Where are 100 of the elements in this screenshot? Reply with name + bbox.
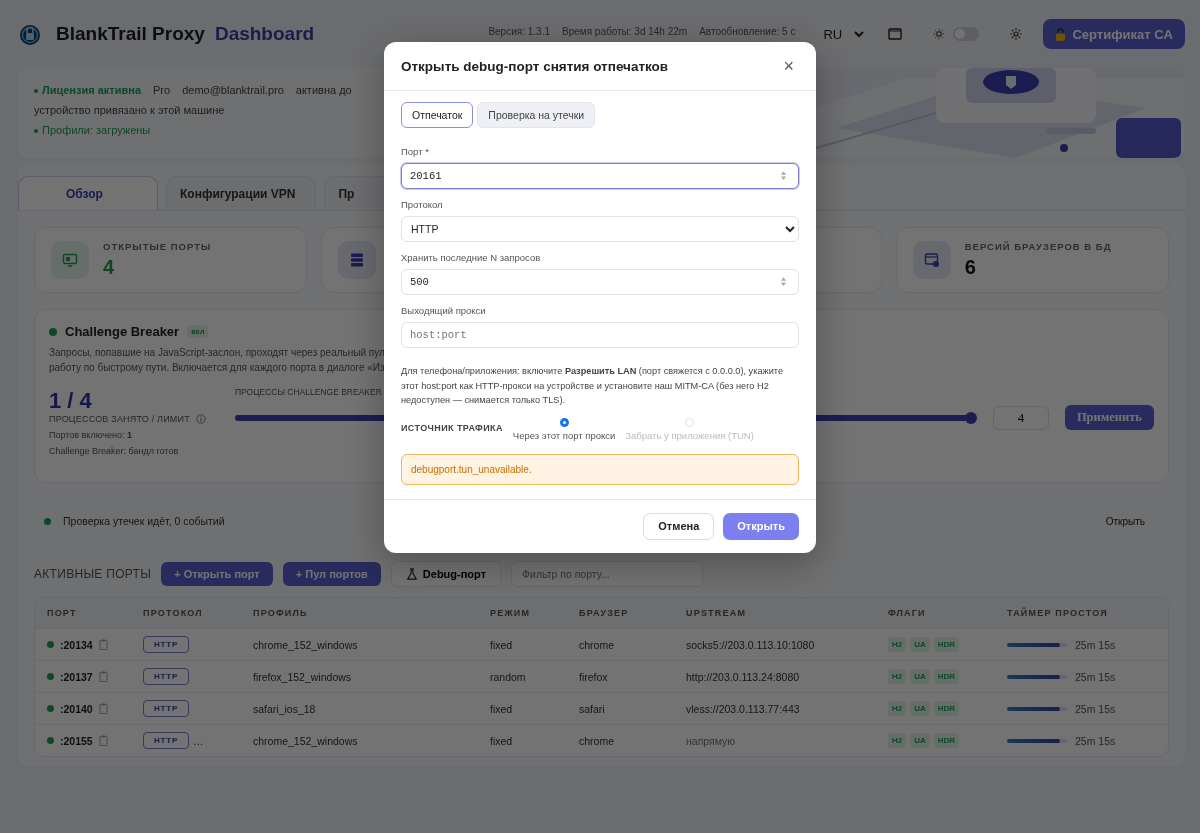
spinner-arrows-icon[interactable] <box>780 276 787 287</box>
table-cell-text: random <box>490 670 527 683</box>
table-cell-text: vless://203.0.113.77:443 <box>686 702 801 715</box>
section-title: АКТИВНЫЕ ПОРТЫ <box>34 567 152 581</box>
open-button[interactable]: Открыть <box>723 512 799 540</box>
flag-tag: HDR <box>933 733 960 748</box>
flask-icon <box>405 568 418 580</box>
add-button[interactable]: + Открыть порт <box>161 562 273 586</box>
description-text: работу по быстрому пути. Включается для каждого порта в диалоге «Из <box>49 361 385 375</box>
flag-tag: UA <box>910 701 930 716</box>
table-cell-text: chrome_152_windows <box>253 638 359 651</box>
server-stack-icon <box>349 252 366 268</box>
ratio-value: 1 / 4 <box>49 388 93 414</box>
idle-time: 25m 15s <box>1075 670 1116 683</box>
plan-text: Pro <box>153 84 171 96</box>
column-header: UPSTREAM <box>686 608 748 618</box>
table-cell-text: firefox <box>579 670 609 683</box>
column-header: ТАЙМЕР ПРОСТОЯ <box>1007 608 1109 618</box>
table-cell-text: http://203.0.113.24:8080 <box>686 670 801 683</box>
table-cell-text: safari <box>579 702 606 715</box>
table-cell-text: напрямую <box>686 734 737 747</box>
help-text: Для телефона/приложения: включите Разрешить LAN (порт свяжется с 0.0.0.0), укажите этот host:port как HTTP-прокси на устройстве и установите наш MITM-CA (без него H2 недоступен — снимается только TLS). <box>401 365 784 407</box>
cancel-button[interactable]: Отмена <box>643 512 715 540</box>
column-header: ПРОФИЛЬ <box>253 608 309 618</box>
port-number: :20134 <box>60 638 93 651</box>
field-label: Протокол <box>401 199 444 210</box>
debug-port-button[interactable]: Debug-порт <box>390 561 502 587</box>
column-header: ПРОТОКОЛ <box>143 608 204 618</box>
warning-alert: debugport.tun_unavailable. <box>401 453 799 485</box>
lock-logo-icon <box>18 22 42 46</box>
license-status: Лицензия активна <box>34 84 141 96</box>
protocol-tag: HTTP <box>143 668 190 685</box>
description-text: Запросы, попавшие на JavaScript-заслон, проходят через реальный пул <box>49 346 385 360</box>
padlock-icon <box>1055 27 1067 41</box>
flag-tag: UA <box>910 733 930 748</box>
number-field[interactable]: 500 <box>401 269 799 295</box>
slider-label: ПРОЦЕССЫ CHALLENGE BREAKER <box>235 387 382 397</box>
table-cell-text: socks5://203.0.113.10:1080 <box>686 638 816 651</box>
proxy-field[interactable]: host:port <box>401 322 799 348</box>
app-title: BlankTrail Proxy <box>56 23 205 45</box>
column-header: РЕЖИМ <box>490 608 532 618</box>
flag-tag: H2 <box>888 637 907 652</box>
leak-check-status: Проверка утечек идёт, 0 событий <box>63 515 225 527</box>
protocol-tag: HTTP <box>143 636 190 653</box>
close-button[interactable]: × <box>779 55 798 77</box>
column-header: БРАУЗЕР <box>579 608 630 618</box>
certificate-button[interactable]: Сертификат CA <box>1043 19 1185 49</box>
flag-tag: UA <box>910 637 930 652</box>
protocol-tag: HTTP <box>143 732 190 749</box>
ratio-label: ПРОЦЕССОВ ЗАНЯТО / ЛИМИТ <box>49 414 190 424</box>
copy-icon[interactable] <box>98 671 108 682</box>
radio-button[interactable] <box>559 417 569 427</box>
table-cell-text: chrome_152_windows <box>253 734 359 747</box>
copy-icon[interactable] <box>98 639 108 650</box>
column-header: ФЛАГИ <box>888 608 927 618</box>
profiles-status: Профили: загружены <box>34 124 151 136</box>
protocol-tag: HTTP <box>143 700 190 717</box>
slider-handle[interactable] <box>964 411 977 424</box>
uptime-text: Время работы: 3d 14h 22m <box>561 25 688 37</box>
table-cell-text: firefox_152_windows <box>253 670 353 683</box>
flag-tag: UA <box>910 669 930 684</box>
book-icon <box>887 26 904 42</box>
filter-field[interactable]: Фильтр по порту... <box>511 561 704 587</box>
port-number: :20155 <box>60 734 93 747</box>
tab[interactable]: Обзор <box>18 176 158 210</box>
table-cell-text: fixed <box>490 702 514 715</box>
port-number: :20140 <box>60 702 93 715</box>
tab[interactable]: Отпечаток <box>401 102 474 128</box>
table-cell-text: fixed <box>490 638 514 651</box>
flag-tag: H2 <box>888 733 907 748</box>
spinner-arrows-icon[interactable] <box>780 170 787 181</box>
settings-icon[interactable] <box>1009 27 1024 41</box>
copy-icon[interactable] <box>98 735 108 746</box>
number-field[interactable]: 20161 <box>401 163 799 189</box>
stat-label: ОТКРЫТЫЕ ПОРТЫ <box>103 241 212 252</box>
tab[interactable]: Конфигурации VPN <box>166 176 317 210</box>
field-label: Хранить последние N запросов <box>401 252 542 263</box>
table-cell-text: fixed <box>490 734 514 747</box>
copy-icon[interactable] <box>98 703 108 714</box>
flag-tag: HDR <box>933 637 960 652</box>
radio-label[interactable]: Через этот порт прокси <box>512 429 616 441</box>
stat-value: 4 <box>103 256 116 279</box>
open-link[interactable]: Открыть <box>1105 515 1145 527</box>
protocol-select[interactable]: HTTP <box>401 216 799 242</box>
traffic-source-label: ИСТОЧНИК ТРАФИКА <box>401 422 503 435</box>
ports-enabled-text: Портов включено: 1 <box>49 430 133 440</box>
add-button[interactable]: + Пул портов <box>282 562 381 586</box>
table-cell-text: safari_ios_18 <box>253 702 317 715</box>
table-cell-text: chrome <box>579 734 615 747</box>
device-text: устройство привязано к этой машине <box>34 104 225 116</box>
info-icon <box>195 414 206 424</box>
column-header: ПОРТ <box>47 608 78 618</box>
tab[interactable]: Проверка на утечки <box>477 102 596 128</box>
autorefresh-text: Автообновление: 5 с <box>699 25 796 37</box>
apply-button[interactable]: Применить <box>1064 405 1154 430</box>
flag-tag: HDR <box>933 701 960 716</box>
limit-input[interactable]: 4 <box>992 405 1049 430</box>
idle-time: 25m 15s <box>1075 734 1116 747</box>
page-title: Dashboard <box>214 23 315 45</box>
idle-time: 25m 15s <box>1075 638 1116 651</box>
